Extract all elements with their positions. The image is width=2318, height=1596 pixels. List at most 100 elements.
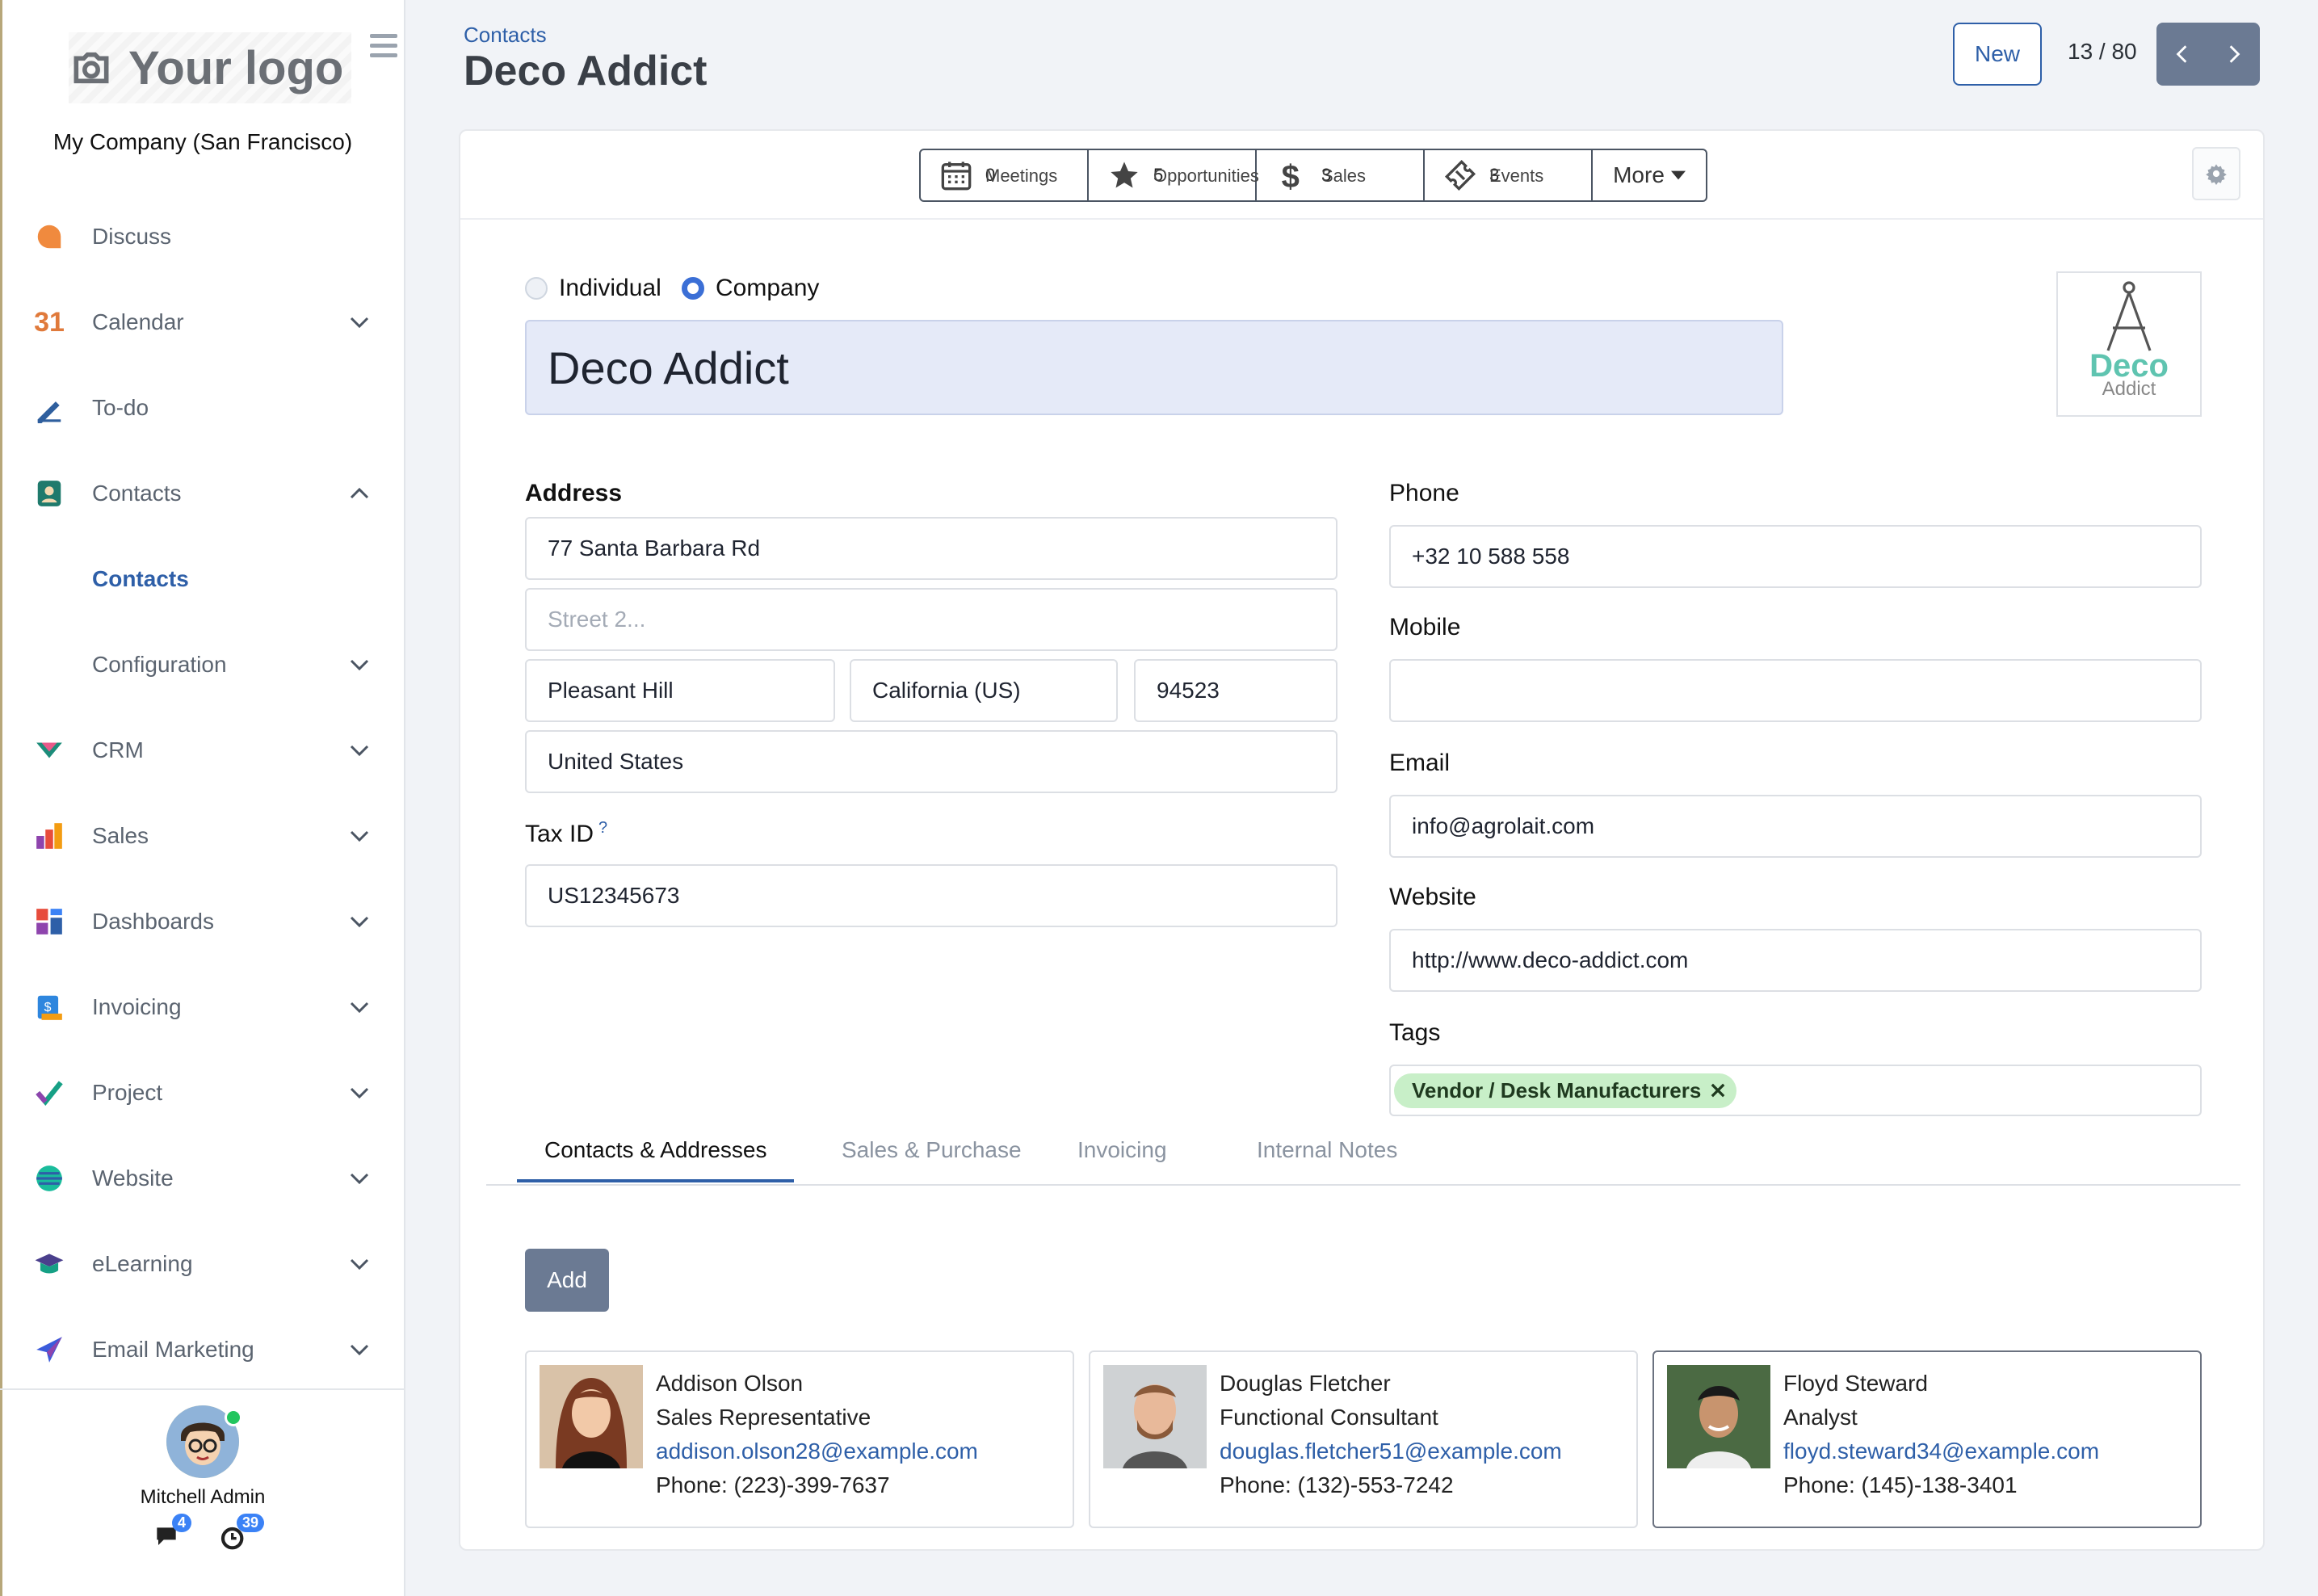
phone-label: Phone xyxy=(1389,480,1459,506)
sidebar-item-label: Website xyxy=(92,1166,174,1191)
sidebar-item-label: Dashboards xyxy=(92,909,214,934)
discuss-icon xyxy=(34,221,65,252)
smart-button-label: Sales xyxy=(1321,166,1367,186)
mobile-input[interactable] xyxy=(1389,659,2202,722)
smart-button-bar: Meetings 0 Opportunities 5 $ Sales 3 Events… xyxy=(460,131,2263,220)
state-select[interactable]: California (US) xyxy=(850,659,1118,722)
sidebar-item-elearning[interactable]: eLearning xyxy=(0,1221,405,1307)
sidebar-item-crm[interactable]: CRM xyxy=(0,708,405,793)
contact-card[interactable]: Addison Olson Sales Representative addis… xyxy=(525,1350,1074,1528)
radio-company[interactable]: Company xyxy=(682,275,819,302)
smart-button-label: Meetings xyxy=(985,166,1058,186)
zip-input[interactable]: 94523 xyxy=(1134,659,1337,722)
meetings-smart-button[interactable]: Meetings 0 xyxy=(921,150,1089,200)
remove-tag-icon[interactable] xyxy=(1711,1083,1725,1098)
sidebar-item-invoicing[interactable]: $ Invoicing xyxy=(0,964,405,1050)
street2-input[interactable]: Street 2... xyxy=(525,588,1337,651)
sidebar-item-label: Calendar xyxy=(92,309,184,334)
events-smart-button[interactable]: Events 3 xyxy=(1425,150,1593,200)
email-input[interactable]: info@agrolait.com xyxy=(1389,795,2202,858)
contact-email-link[interactable]: addison.olson28@example.com xyxy=(656,1434,978,1468)
menu-toggle-icon[interactable] xyxy=(370,34,397,58)
street-input[interactable]: 77 Santa Barbara Rd xyxy=(525,517,1337,580)
sales-icon xyxy=(34,821,65,851)
email-marketing-icon xyxy=(34,1334,65,1365)
pager-value[interactable]: 13 / 80 xyxy=(2068,39,2137,65)
taxid-label-text: Tax ID xyxy=(525,821,594,847)
radio-circle[interactable] xyxy=(525,277,548,300)
website-input[interactable]: http://www.deco-addict.com xyxy=(1389,929,2202,992)
chevron-down-icon xyxy=(350,317,369,329)
settings-gear-button[interactable] xyxy=(2192,147,2240,200)
city-input[interactable]: Pleasant Hill xyxy=(525,659,835,722)
sidebar-item-sales[interactable]: Sales xyxy=(0,793,405,879)
user-avatar[interactable] xyxy=(166,1405,242,1478)
chevron-left-icon xyxy=(2176,45,2187,63)
sidebar-item-todo[interactable]: To-do xyxy=(0,365,405,451)
camera-icon xyxy=(73,52,109,84)
chevron-down-icon xyxy=(350,745,369,757)
company-name[interactable]: My Company (San Francisco) xyxy=(0,129,405,155)
phone-input[interactable]: +32 10 588 558 xyxy=(1389,525,2202,588)
sidebar-item-calendar[interactable]: 31 Calendar xyxy=(0,279,405,365)
svg-text:$: $ xyxy=(1282,159,1300,191)
page-title: Deco Addict xyxy=(464,48,708,94)
sidebar-item-project[interactable]: Project xyxy=(0,1050,405,1136)
radio-circle-selected[interactable] xyxy=(682,277,704,300)
gear-icon xyxy=(2206,164,2227,185)
contact-name: Addison Olson xyxy=(656,1371,804,1396)
contact-phone: Phone: (145)-138-3401 xyxy=(1783,1472,2018,1497)
radio-individual[interactable]: Individual xyxy=(525,275,661,302)
chevron-down-icon xyxy=(350,1173,369,1185)
company-name-input[interactable]: Deco Addict xyxy=(525,320,1783,415)
star-icon xyxy=(1111,162,1138,188)
sidebar-item-website[interactable]: Website xyxy=(0,1136,405,1221)
country-select[interactable]: United States xyxy=(525,730,1337,793)
user-name[interactable]: Mitchell Admin xyxy=(0,1486,405,1509)
tags-input[interactable]: Vendor / Desk Manufacturers xyxy=(1389,1065,2202,1116)
mobile-label: Mobile xyxy=(1389,614,1461,640)
help-tooltip-icon[interactable]: ? xyxy=(598,819,607,837)
elearning-icon xyxy=(34,1249,65,1279)
tab-internal-notes[interactable]: Internal Notes xyxy=(1257,1137,1397,1163)
activities-button[interactable]: 39 xyxy=(219,1514,265,1551)
previous-record-button[interactable] xyxy=(2156,23,2208,86)
sidebar-subitem-configuration[interactable]: Configuration xyxy=(0,622,405,708)
sidebar-item-email-marketing[interactable]: Email Marketing xyxy=(0,1307,405,1392)
sidebar-item-label: Invoicing xyxy=(92,994,182,1019)
more-dropdown[interactable]: More xyxy=(1593,150,1706,200)
contact-card[interactable]: Douglas Fletcher Functional Consultant d… xyxy=(1089,1350,1638,1528)
form-sheet: Meetings 0 Opportunities 5 $ Sales 3 Events… xyxy=(459,129,2265,1551)
opportunities-smart-button[interactable]: Opportunities 5 xyxy=(1089,150,1259,200)
contact-card[interactable]: Floyd Steward Analyst floyd.steward34@ex… xyxy=(1652,1350,2202,1528)
chevron-down-icon xyxy=(350,1258,369,1270)
messages-button[interactable]: 4 xyxy=(154,1514,192,1551)
contact-email-link[interactable]: douglas.fletcher51@example.com xyxy=(1220,1434,1562,1468)
email-label: Email xyxy=(1389,750,1451,776)
sidebar-item-contacts[interactable]: Contacts xyxy=(0,451,405,536)
user-panel: Mitchell Admin 4 39 xyxy=(0,1405,405,1551)
tab-contacts-addresses[interactable]: Contacts & Addresses xyxy=(517,1137,795,1182)
chevron-down-icon xyxy=(350,1087,369,1099)
sales-smart-button[interactable]: $ Sales 3 xyxy=(1257,150,1425,200)
breadcrumb[interactable]: Contacts xyxy=(464,23,547,48)
contact-email-link[interactable]: floyd.steward34@example.com xyxy=(1783,1434,2099,1468)
notebook-tabs: Contacts & Addresses Sales & Purchase In… xyxy=(486,1137,2240,1186)
sidebar-subitem-contacts[interactable]: Contacts xyxy=(0,536,405,622)
sidebar-item-label: Sales xyxy=(92,823,149,848)
tab-sales-purchase[interactable]: Sales & Purchase xyxy=(842,1137,1022,1163)
sidebar: Your logo My Company (San Francisco) Dis… xyxy=(0,0,405,1596)
new-button[interactable]: New xyxy=(1953,23,2042,86)
company-logo-image[interactable]: Deco Addict xyxy=(2056,271,2202,417)
sidebar-item-discuss[interactable]: Discuss xyxy=(0,194,405,279)
compass-icon xyxy=(2106,281,2152,351)
next-record-button[interactable] xyxy=(2208,23,2260,86)
sidebar-item-label: Configuration xyxy=(92,652,227,677)
taxid-input[interactable]: US12345673 xyxy=(525,864,1337,927)
tab-invoicing[interactable]: Invoicing xyxy=(1077,1137,1167,1163)
pager-nav xyxy=(2156,23,2260,86)
sidebar-item-dashboards[interactable]: Dashboards xyxy=(0,879,405,964)
svg-text:$: $ xyxy=(44,1001,52,1014)
calendar-grid-icon xyxy=(941,162,972,191)
add-contact-button[interactable]: Add xyxy=(525,1249,609,1312)
